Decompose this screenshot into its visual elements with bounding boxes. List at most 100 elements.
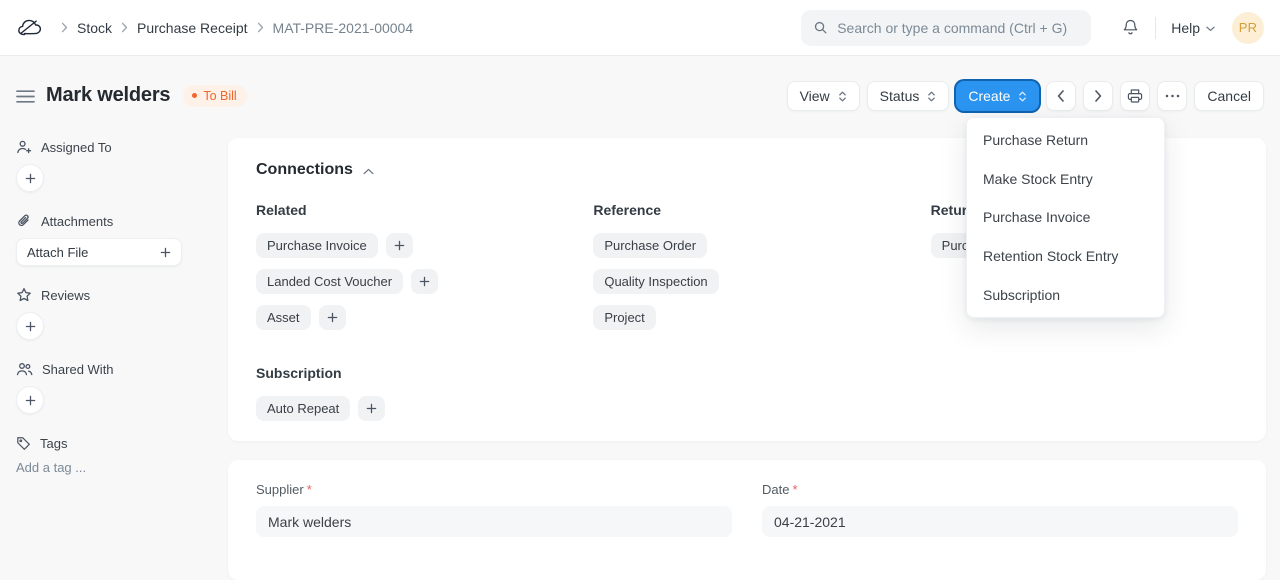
date-field-group: Date* [762, 482, 1238, 537]
header-actions: View Status Create Cancel [787, 81, 1264, 111]
breadcrumb-item[interactable]: MAT-PRE-2021-00004 [273, 20, 414, 36]
sidebar-section: Assigned To [16, 138, 212, 192]
chip-row: Project [593, 305, 900, 330]
top-navbar: StockPurchase ReceiptMAT-PRE-2021-00004 … [0, 0, 1280, 56]
connection-chip[interactable]: Project [593, 305, 655, 330]
create-button-label: Create [968, 88, 1010, 104]
create-menu-item[interactable]: Retention Stock Entry [967, 237, 1164, 276]
page-title: Mark welders [46, 84, 170, 107]
connection-group-label: Related [256, 202, 563, 220]
status-label: To Bill [203, 89, 236, 103]
star-icon [16, 287, 32, 303]
status-button[interactable]: Status [867, 81, 950, 111]
sidebar-section: Shared With [16, 360, 212, 414]
chevron-right-icon [257, 22, 264, 33]
view-button[interactable]: View [787, 81, 860, 111]
user-avatar[interactable]: PR [1232, 12, 1264, 44]
date-label: Date* [762, 482, 1238, 498]
attach-file-button[interactable]: Attach File [16, 238, 182, 266]
connection-chip[interactable]: Purchase Invoice [256, 233, 378, 258]
search-input[interactable] [837, 20, 1079, 36]
chip-row: Asset [256, 305, 563, 330]
status-dot [192, 93, 197, 98]
chevron-right-icon [61, 22, 68, 33]
help-menu[interactable]: Help [1171, 20, 1215, 36]
tag-icon [16, 436, 31, 451]
subscription-group: Subscription Auto Repeat [256, 365, 1238, 421]
new-document-plus-button[interactable] [319, 305, 346, 330]
ellipsis-icon [1165, 94, 1180, 98]
connection-group-label: Reference [593, 202, 900, 220]
breadcrumb: Stock Purchase Receipt MAT-PRE-2021-00004 [52, 20, 413, 36]
connection-chip[interactable]: Landed Cost Voucher [256, 269, 403, 294]
sidebar-section-label: Assigned To [41, 140, 112, 155]
users-icon [16, 361, 33, 377]
connection-group: Related Purchase Invoice Landed Cost Vouch… [256, 202, 563, 341]
breadcrumb-item[interactable]: Stock [77, 20, 112, 36]
chip-row: Auto Repeat [256, 396, 1238, 421]
sidebar-section-label: Shared With [42, 362, 114, 377]
date-field[interactable] [762, 506, 1238, 537]
chevron-right-icon [1094, 90, 1102, 102]
chip-row: Purchase Order [593, 233, 900, 258]
status-badge: To Bill [183, 85, 246, 107]
app-logo-icon[interactable] [16, 14, 48, 42]
chevron-left-icon [1057, 90, 1065, 102]
new-document-plus-button[interactable] [411, 269, 438, 294]
create-menu-item[interactable]: Purchase Return [967, 121, 1164, 160]
required-asterisk: * [307, 482, 312, 497]
sidebar-toggle-icon[interactable] [16, 88, 35, 103]
connections-title: Connections [256, 161, 353, 179]
subscription-chips: Auto Repeat [256, 396, 1238, 421]
sidebar-section-label: Tags [40, 436, 67, 451]
cancel-button-label: Cancel [1207, 88, 1251, 104]
connection-chip[interactable]: Auto Repeat [256, 396, 350, 421]
connection-chip[interactable]: Asset [256, 305, 311, 330]
print-button[interactable] [1120, 81, 1150, 111]
status-button-label: Status [880, 88, 920, 104]
user-plus-icon [16, 139, 32, 155]
create-menu-item[interactable]: Purchase Invoice [967, 198, 1164, 237]
create-dropdown-menu: Purchase ReturnMake Stock EntryPurchase … [966, 117, 1165, 318]
create-menu-item[interactable]: Subscription [967, 275, 1164, 314]
more-options-button[interactable] [1157, 81, 1187, 111]
create-button[interactable]: Create [956, 81, 1039, 111]
sidebar-section-label: Reviews [41, 288, 90, 303]
page-header: Mark welders To Bill View Status Create [16, 75, 1264, 116]
connection-chip[interactable]: Purchase Order [593, 233, 707, 258]
required-asterisk: * [792, 482, 797, 497]
paperclip-icon [16, 213, 32, 229]
create-menu-item[interactable]: Make Stock Entry [967, 160, 1164, 199]
sidebar-section: Attachments Attach File [16, 212, 212, 266]
next-document-button[interactable] [1083, 81, 1113, 111]
new-document-plus-button[interactable] [386, 233, 413, 258]
help-label: Help [1171, 20, 1200, 36]
connection-group: Reference Purchase Order Quality Inspectio… [593, 202, 900, 341]
chip-row: Landed Cost Voucher [256, 269, 563, 294]
search-icon [813, 20, 828, 35]
cancel-button[interactable]: Cancel [1194, 81, 1264, 111]
chevron-up-icon [363, 168, 374, 175]
new-document-plus-button[interactable] [358, 396, 385, 421]
chip-row: Quality Inspection [593, 269, 900, 294]
sidebar-section: Tags Add a tag ... [16, 434, 212, 475]
add-button[interactable] [16, 164, 44, 192]
previous-document-button[interactable] [1046, 81, 1076, 111]
plus-icon [160, 247, 171, 258]
add-tag-input[interactable]: Add a tag ... [16, 460, 212, 475]
sidebar-section: Reviews [16, 286, 212, 340]
add-button[interactable] [16, 386, 44, 414]
notifications-bell-icon[interactable] [1121, 18, 1140, 38]
supplier-field[interactable] [256, 506, 732, 537]
connection-group-label: Subscription [256, 365, 1238, 383]
printer-icon [1127, 88, 1143, 104]
breadcrumb-item[interactable]: Purchase Receipt [137, 20, 248, 36]
connection-chip[interactable]: Quality Inspection [593, 269, 718, 294]
attach-file-label: Attach File [27, 245, 88, 260]
supplier-label: Supplier* [256, 482, 732, 498]
add-button[interactable] [16, 312, 44, 340]
global-search[interactable] [801, 10, 1091, 46]
sort-arrows-icon [1018, 90, 1027, 103]
details-form-card: Supplier* Date* [228, 460, 1266, 580]
sidebar-section-label: Attachments [41, 214, 113, 229]
